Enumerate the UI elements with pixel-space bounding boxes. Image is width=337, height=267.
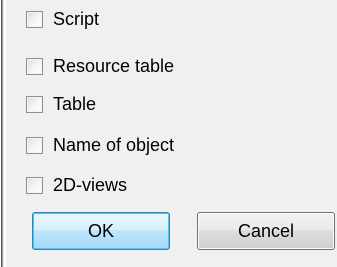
dialog-left-border [0, 0, 4, 267]
resource-table-label: Resource table [53, 56, 175, 76]
table-label: Table [53, 94, 97, 114]
checkbox-row-table[interactable]: Table [26, 92, 96, 116]
script-label: Script [53, 9, 100, 29]
resource-table-checkbox[interactable] [26, 57, 43, 75]
checkbox-row-resource-table[interactable]: Resource table [26, 54, 174, 78]
2d-views-label: 2D-views [53, 175, 128, 195]
dialog-window: Script Resource table Table Name of obje… [0, 0, 337, 267]
name-of-object-label: Name of object [53, 135, 175, 155]
ok-button[interactable]: OK [32, 212, 170, 250]
name-of-object-checkbox[interactable] [26, 136, 43, 154]
checkbox-row-2d-views[interactable]: 2D-views [26, 173, 127, 197]
2d-views-checkbox[interactable] [26, 176, 43, 194]
dialog-body: Script Resource table Table Name of obje… [6, 0, 337, 267]
checkbox-row-script[interactable]: Script [26, 7, 99, 31]
table-checkbox[interactable] [26, 95, 43, 113]
checkbox-row-name-of-object[interactable]: Name of object [26, 133, 174, 157]
cancel-button[interactable]: Cancel [197, 212, 335, 250]
script-checkbox[interactable] [26, 10, 43, 28]
